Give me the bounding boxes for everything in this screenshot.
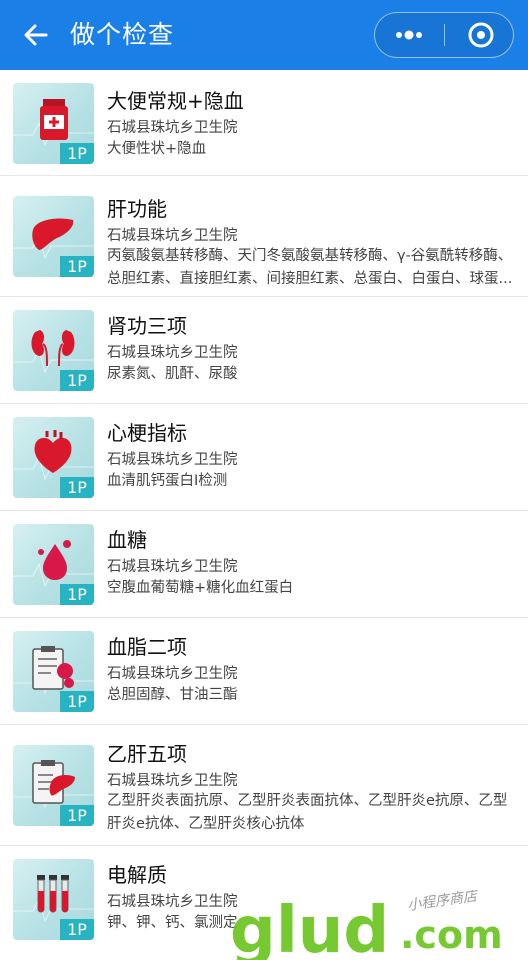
heart-icon [34,430,72,473]
back-arrow-icon[interactable] [20,19,52,51]
watermark-tagline: 小程序商店 [406,890,480,914]
item-name: 心梗指标 [107,421,187,445]
list-item[interactable]: 1P 血糖 石城县珠坑乡卫生院 空腹血葡萄糖+糖化血红蛋白 [0,511,528,618]
clipboard-liver-icon [32,760,75,804]
item-thumbnail: 1P [13,859,94,940]
item-thumbnail: 1P [13,631,94,712]
kidneys-icon [31,330,75,367]
item-thumbnail: 1P [13,524,94,605]
blood-drop-icon [38,540,71,580]
item-desc: 丙氨酸氨基转移酶、天门冬氨酸氨基转移酶、γ-谷氨酰转移酶、总胆红素、直接胆红素、… [107,248,513,287]
watermark-logo: glud .com 小程序商店 [230,890,503,960]
item-hospital: 石城县珠坑乡卫生院 [107,666,238,682]
item-thumbnail: 1P [13,196,94,277]
item-thumbnail: 1P [13,83,94,164]
badge: 1P [60,370,94,391]
item-hospital: 石城县珠坑乡卫生院 [107,228,238,244]
watermark-domain: .com [400,913,503,957]
list-item[interactable]: 1P 大便常规+隐血 石城县珠坑乡卫生院 大便性状+隐血 [0,70,528,176]
liver-icon [32,218,74,250]
item-name: 肾功三项 [107,314,187,338]
target-close-icon[interactable] [445,13,513,57]
more-dots-icon[interactable] [375,13,443,57]
mini-program-capsule [374,12,514,58]
item-hospital: 石城县珠坑乡卫生院 [107,559,238,575]
item-desc: 大便性状+隐血 [107,141,207,157]
item-hospital: 石城县珠坑乡卫生院 [107,452,238,468]
test-tubes-icon [37,875,69,913]
nav-bar: 做个检查 [0,0,528,70]
badge: 1P [60,919,94,940]
item-thumbnail: 1P [13,745,94,826]
exam-list: 1P 大便常规+隐血 石城县珠坑乡卫生院 大便性状+隐血 1P 肝功能 石城县珠… [0,70,528,953]
list-item[interactable]: 1P 心梗指标 石城县珠坑乡卫生院 血清肌钙蛋白I检测 [0,404,528,511]
list-item[interactable]: 1P 血脂二项 石城县珠坑乡卫生院 总胆固醇、甘油三酯 [0,618,528,725]
item-thumbnail: 1P [13,417,94,498]
badge: 1P [60,805,94,826]
item-desc: 空腹血葡萄糖+糖化血红蛋白 [107,580,294,596]
item-hospital: 石城县珠坑乡卫生院 [107,894,238,910]
item-name: 电解质 [107,863,167,887]
badge: 1P [60,256,94,277]
item-hospital: 石城县珠坑乡卫生院 [107,773,238,789]
badge: 1P [60,691,94,712]
page-title: 做个检查 [70,20,175,49]
item-name: 血脂二项 [107,635,187,659]
watermark-brand: glud [230,894,389,960]
item-hospital: 石城县珠坑乡卫生院 [107,120,238,136]
clipboard-blood-icon [32,646,74,690]
item-hospital: 石城县珠坑乡卫生院 [107,345,238,361]
item-desc: 乙型肝炎表面抗原、乙型肝炎表面抗体、乙型肝炎e抗原、乙型肝炎e抗体、乙型肝炎核心… [107,793,508,832]
badge: 1P [60,143,94,164]
badge: 1P [60,477,94,498]
item-name: 肝功能 [107,197,167,221]
item-desc: 血清肌钙蛋白I检测 [107,473,228,489]
badge: 1P [60,584,94,605]
list-item[interactable]: 1P 肝功能 石城县珠坑乡卫生院 丙氨酸氨基转移酶、天门冬氨酸氨基转移酶、γ-谷… [0,176,528,297]
list-item[interactable]: 1P 肾功三项 石城县珠坑乡卫生院 尿素氮、肌酐、尿酸 [0,297,528,404]
item-desc: 总胆固醇、甘油三酯 [107,687,238,703]
item-desc: 尿素氮、肌酐、尿酸 [107,366,238,382]
item-name: 乙肝五项 [107,742,187,766]
list-item[interactable]: 1P 乙肝五项 石城县珠坑乡卫生院 乙型肝炎表面抗原、乙型肝炎表面抗体、乙型肝炎… [0,725,528,846]
item-name: 大便常规+隐血 [107,89,244,113]
medicine-bottle-icon [40,99,68,140]
item-name: 血糖 [107,528,147,552]
item-thumbnail: 1P [13,310,94,391]
